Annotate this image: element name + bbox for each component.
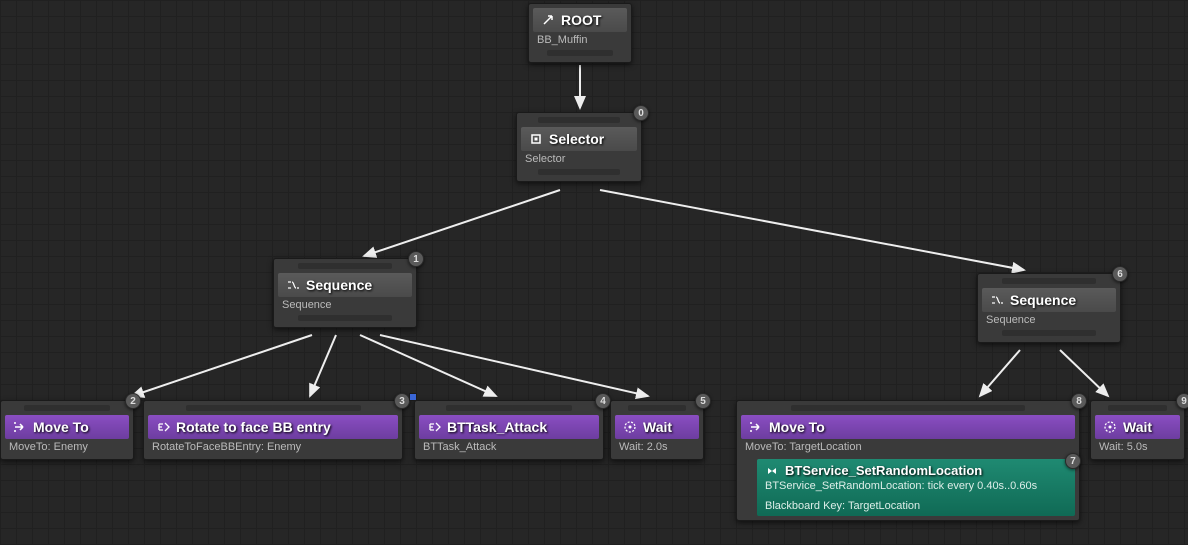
wait1-header: Wait bbox=[615, 415, 699, 439]
service-bbkey-line: Blackboard Key: TargetLocation bbox=[765, 500, 1067, 512]
root-icon bbox=[541, 13, 555, 27]
wait1-subtitle: Wait: 2.0s bbox=[615, 441, 699, 455]
wait-icon bbox=[623, 420, 637, 434]
attack-header: BTTask_Attack bbox=[419, 415, 599, 439]
selector-title: Selector bbox=[549, 131, 604, 147]
node-moveto-target[interactable]: 8 Move To MoveTo: TargetLocation 7 BTSer… bbox=[736, 400, 1080, 521]
wait2-index-badge: 9 bbox=[1176, 393, 1188, 409]
seq2-in-pin[interactable] bbox=[982, 278, 1116, 286]
rotate-header: Rotate to face BB entry bbox=[148, 415, 398, 439]
node-root[interactable]: ROOT BB_Muffin bbox=[528, 3, 632, 63]
selector-in-pin[interactable] bbox=[521, 117, 637, 125]
wait2-in-pin[interactable] bbox=[1095, 405, 1180, 413]
selector-header: Selector bbox=[521, 127, 637, 151]
seq1-index-badge: 1 bbox=[408, 251, 424, 267]
moveto2-header: Move To bbox=[741, 415, 1075, 439]
selector-subtitle: Selector bbox=[521, 153, 637, 167]
attack-subtitle: BTTask_Attack bbox=[419, 441, 599, 455]
node-wait-2s[interactable]: 5 Wait Wait: 2.0s bbox=[610, 400, 704, 460]
service-title-row: BTService_SetRandomLocation bbox=[765, 463, 1067, 478]
moveto2-in-pin[interactable] bbox=[741, 405, 1075, 413]
rotate-title: Rotate to face BB entry bbox=[176, 419, 331, 435]
moveto2-index-badge: 8 bbox=[1071, 393, 1087, 409]
seq2-title: Sequence bbox=[1010, 292, 1076, 308]
seq2-header: Sequence bbox=[982, 288, 1116, 312]
service-title-text: BTService_SetRandomLocation bbox=[785, 463, 982, 478]
service-icon bbox=[765, 464, 779, 478]
root-header: ROOT bbox=[533, 8, 627, 32]
wait2-subtitle: Wait: 5.0s bbox=[1095, 441, 1180, 455]
moveto-icon bbox=[749, 420, 763, 434]
selector-out-pin[interactable] bbox=[521, 169, 637, 177]
seq1-out-pin[interactable] bbox=[278, 315, 412, 323]
rotate-index-badge: 3 bbox=[394, 393, 410, 409]
root-title: ROOT bbox=[561, 12, 601, 28]
node-bttask-attack[interactable]: 4 BTTask_Attack BTTask_Attack bbox=[414, 400, 604, 460]
service-tick-line: BTService_SetRandomLocation: tick every … bbox=[765, 480, 1067, 492]
breakpoint-marker[interactable] bbox=[409, 393, 417, 401]
service-index-badge: 7 bbox=[1065, 453, 1081, 469]
node-rotate-face-bb[interactable]: 3 Rotate to face BB entry RotateToFaceBB… bbox=[143, 400, 403, 460]
attack-title: BTTask_Attack bbox=[447, 419, 547, 435]
wait1-index-badge: 5 bbox=[695, 393, 711, 409]
moveto1-index-badge: 2 bbox=[125, 393, 141, 409]
moveto1-in-pin[interactable] bbox=[5, 405, 129, 413]
seq1-in-pin[interactable] bbox=[278, 263, 412, 271]
moveto1-title: Move To bbox=[33, 419, 89, 435]
wait2-header: Wait bbox=[1095, 415, 1180, 439]
rotate-icon bbox=[156, 420, 170, 434]
root-subtitle: BB_Muffin bbox=[533, 34, 627, 48]
moveto1-header: Move To bbox=[5, 415, 129, 439]
wait-icon bbox=[1103, 420, 1117, 434]
task-icon bbox=[427, 420, 441, 434]
wait1-title: Wait bbox=[643, 419, 672, 435]
rotate-in-pin[interactable] bbox=[148, 405, 398, 413]
attack-in-pin[interactable] bbox=[419, 405, 599, 413]
sequence-icon bbox=[990, 293, 1004, 307]
node-wait-5s[interactable]: 9 Wait Wait: 5.0s bbox=[1090, 400, 1185, 460]
seq1-header: Sequence bbox=[278, 273, 412, 297]
seq2-out-pin[interactable] bbox=[982, 330, 1116, 338]
node-selector[interactable]: 0 Selector Selector bbox=[516, 112, 642, 182]
wait1-in-pin[interactable] bbox=[615, 405, 699, 413]
attack-index-badge: 4 bbox=[595, 393, 611, 409]
moveto-icon bbox=[13, 420, 27, 434]
seq1-subtitle: Sequence bbox=[278, 299, 412, 313]
selector-index-badge: 0 bbox=[633, 105, 649, 121]
seq1-title: Sequence bbox=[306, 277, 372, 293]
root-out-pin[interactable] bbox=[533, 50, 627, 58]
selector-icon bbox=[529, 132, 543, 146]
moveto2-title: Move To bbox=[769, 419, 825, 435]
node-sequence-2[interactable]: 6 Sequence Sequence bbox=[977, 273, 1121, 343]
moveto2-subtitle: MoveTo: TargetLocation bbox=[741, 441, 1075, 455]
service-setrandomlocation[interactable]: 7 BTService_SetRandomLocation BTService_… bbox=[757, 459, 1075, 516]
rotate-subtitle: RotateToFaceBBEntry: Enemy bbox=[148, 441, 398, 455]
wait2-title: Wait bbox=[1123, 419, 1152, 435]
node-moveto-enemy[interactable]: 2 Move To MoveTo: Enemy bbox=[0, 400, 134, 460]
moveto1-subtitle: MoveTo: Enemy bbox=[5, 441, 129, 455]
seq2-subtitle: Sequence bbox=[982, 314, 1116, 328]
sequence-icon bbox=[286, 278, 300, 292]
seq2-index-badge: 6 bbox=[1112, 266, 1128, 282]
node-sequence-1[interactable]: 1 Sequence Sequence bbox=[273, 258, 417, 328]
